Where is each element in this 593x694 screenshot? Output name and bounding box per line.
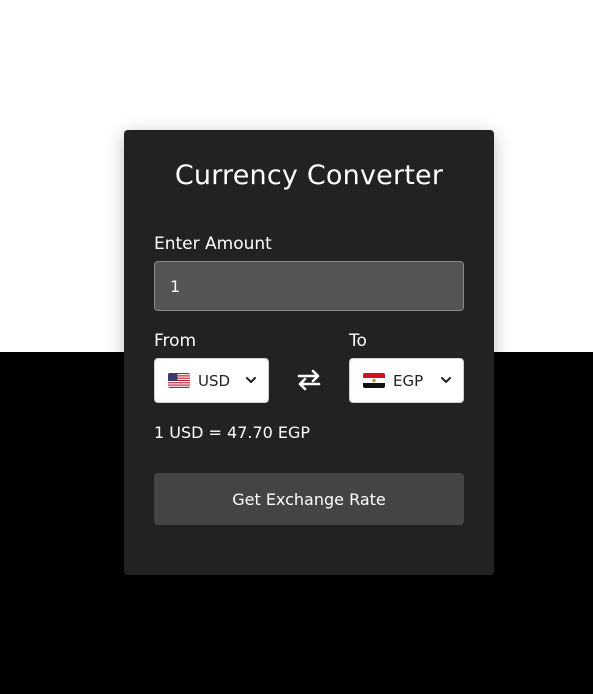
from-currency-select[interactable]: USD xyxy=(154,358,269,403)
exchange-rate-result: 1 USD = 47.70 EGP xyxy=(154,423,311,442)
egypt-flag-icon xyxy=(363,373,385,388)
us-flag-icon xyxy=(168,373,190,388)
amount-input[interactable] xyxy=(154,261,464,311)
from-currency-code: USD xyxy=(198,371,231,390)
from-label: From xyxy=(154,331,197,351)
converter-card: Currency Converter Enter Amount From To … xyxy=(124,130,494,575)
amount-label: Enter Amount xyxy=(154,234,272,254)
to-label: To xyxy=(349,331,367,351)
chevron-down-icon xyxy=(246,377,256,383)
chevron-down-icon xyxy=(441,377,451,383)
app-title: Currency Converter xyxy=(174,160,444,191)
to-currency-code: EGP xyxy=(393,371,424,390)
to-currency-select[interactable]: EGP xyxy=(349,358,464,403)
swap-arrows-icon[interactable] xyxy=(296,369,322,391)
get-exchange-rate-button[interactable]: Get Exchange Rate xyxy=(154,473,464,525)
